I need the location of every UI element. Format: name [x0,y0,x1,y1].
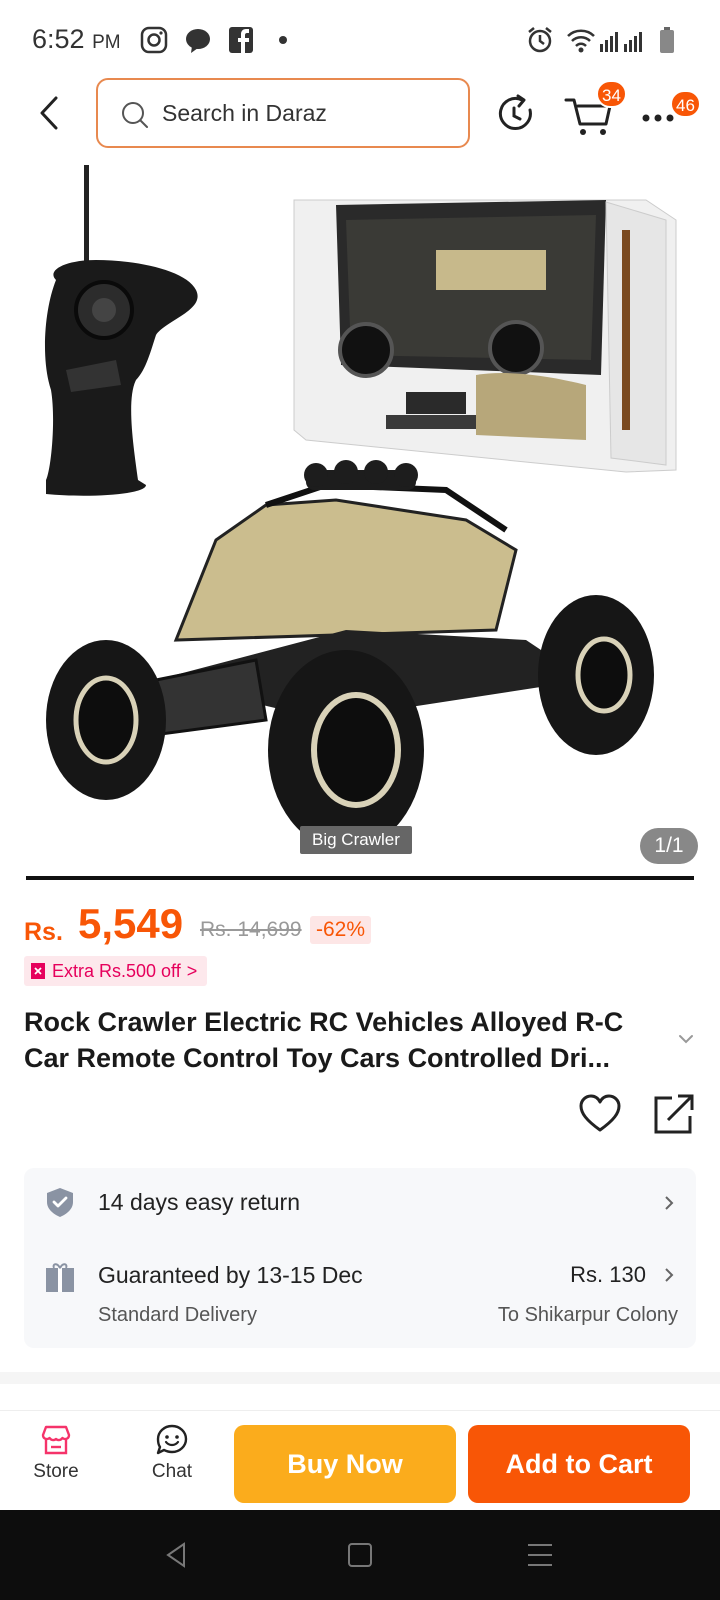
nav-back-icon[interactable] [160,1540,196,1570]
current-price: 5,549 [78,900,184,947]
status-time-value: 6:52 [32,24,85,54]
delivery-box-icon [46,1263,74,1292]
messenger-icon [186,29,210,53]
bottom-action-bar: Store Chat Buy Now Add to Cart [0,1410,720,1510]
search-icon [122,102,148,128]
store-icon [41,1425,71,1455]
wishlist-heart-icon[interactable] [578,1092,622,1136]
extra-off-label: Extra Rs.500 off [52,960,181,981]
more-notifications-dot-icon [279,36,287,44]
history-refresh-icon[interactable] [488,86,544,142]
easy-return-chevron-icon [665,1196,674,1210]
store-button[interactable]: Store [16,1423,96,1483]
alarm-icon [528,27,552,53]
discount-badge: -62% [310,916,372,944]
delivery-fee: Rs. 130 [570,1262,646,1287]
service-info-card: 14 days easy return Guaranteed by 13-15 … [24,1168,696,1348]
search-placeholder: Search in Daraz [162,100,327,126]
nav-menu-icon[interactable] [522,1540,558,1570]
more-badge: 46 [670,90,701,118]
product-image[interactable] [26,160,694,880]
delivery-chevron-icon [665,1268,674,1282]
voucher-tag-icon [31,963,45,979]
extra-off-voucher[interactable]: Extra Rs.500 off > [24,956,208,986]
status-time: 6:52 PM [32,24,121,55]
gallery-bottom-border [26,876,694,880]
chat-icon [156,1424,188,1455]
delivery-type-label: Standard Delivery [98,1304,257,1326]
chat-button[interactable]: Chat [132,1423,212,1483]
product-box-image [293,199,677,473]
section-divider [0,1372,720,1384]
expand-title-chevron-icon[interactable] [676,1032,696,1046]
delivery-row[interactable]: Guaranteed by 13-15 Dec Standard Deliver… [24,1238,696,1348]
status-bar: 6:52 PM [0,0,720,80]
delivery-location: To Shikarpur Colony [497,1304,678,1326]
easy-return-row[interactable]: 14 days easy return [24,1168,696,1238]
rc-car-image [46,460,654,850]
instagram-icon [140,26,168,54]
easy-return-label: 14 days easy return [98,1189,301,1215]
image-page-indicator: 1/1 [640,828,698,864]
cart-button[interactable]: 34 [562,80,627,142]
status-time-ampm: PM [92,32,121,53]
price-currency: Rs. [24,918,63,946]
facebook-icon [229,27,253,53]
delivery-guarantee-label: Guaranteed by 13-15 Dec [98,1262,363,1288]
product-title: Rock Crawler Electric RC Vehicles Alloye… [24,1007,624,1073]
back-arrow-icon[interactable] [30,88,70,138]
header: Search in Daraz 34 46 [0,78,720,150]
search-input[interactable]: Search in Daraz [96,78,470,148]
cart-badge: 34 [596,80,627,108]
extra-off-chevron: > [186,960,198,981]
buy-now-button[interactable]: Buy Now [234,1425,456,1503]
shield-check-icon [47,1188,73,1217]
share-icon[interactable] [652,1092,696,1136]
more-menu-button[interactable]: 46 [640,86,701,142]
store-label: Store [33,1461,79,1482]
original-price: Rs. 14,699 [200,918,302,941]
nav-home-icon[interactable] [342,1540,378,1570]
signal-strength-icon [600,32,642,52]
battery-icon [660,27,674,53]
remote-control-image [44,165,198,496]
chat-label: Chat [151,1461,193,1482]
image-caption-tag: Big Crawler [300,826,412,854]
add-to-cart-button[interactable]: Add to Cart [468,1425,690,1503]
system-navigation-bar [0,1510,720,1600]
wifi-icon [567,29,595,53]
